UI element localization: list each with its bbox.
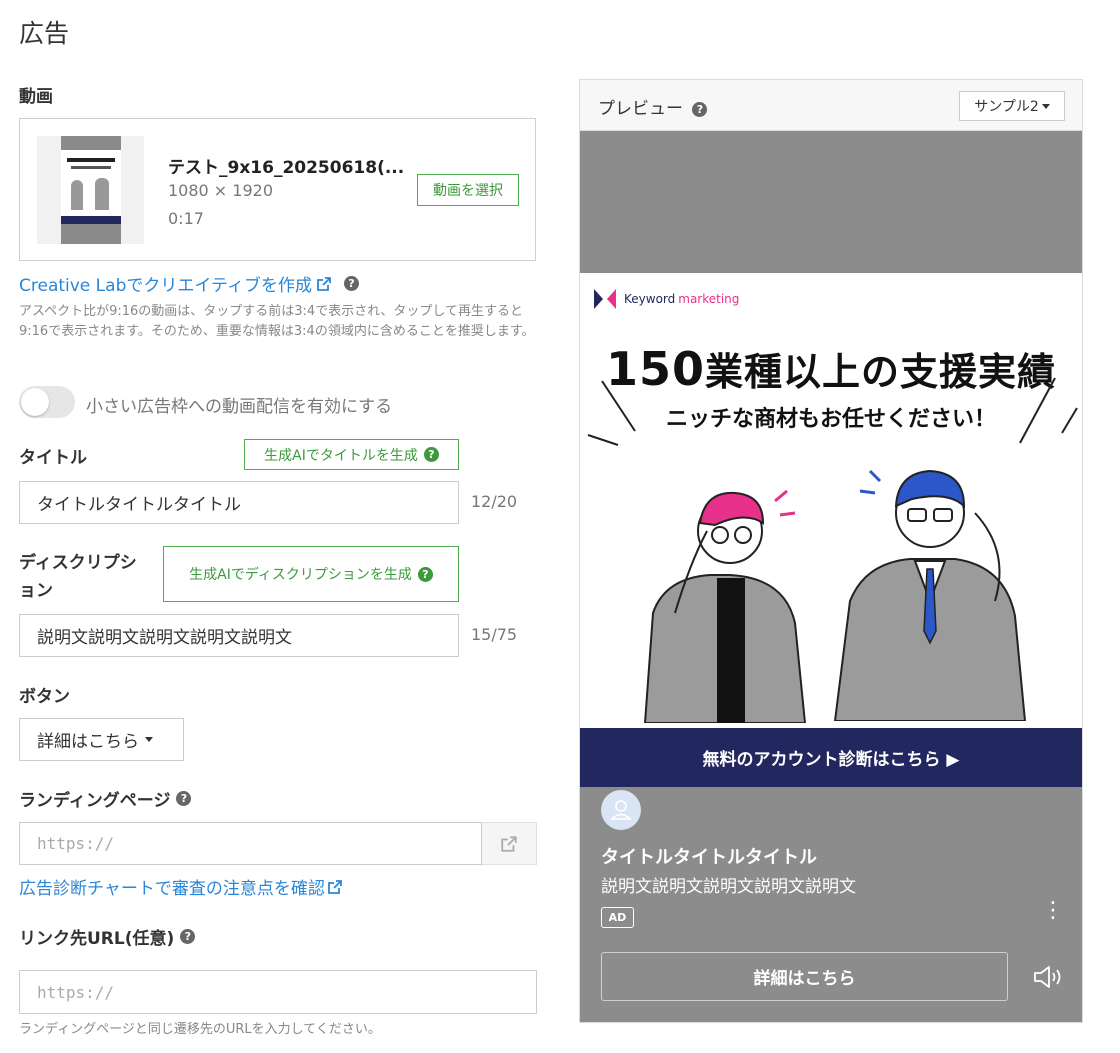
preview-ad-title: タイトルタイトルタイトル (601, 847, 817, 868)
small-slot-toggle-label: 小さい広告枠への動画配信を有効にする (86, 397, 393, 417)
preview-title: プレビュー ? (598, 94, 708, 119)
accent-lines-decoration (587, 377, 1078, 446)
description-label-line1: ディスクリプシ (19, 553, 137, 573)
preview-title-text: プレビュー (598, 99, 683, 119)
help-icon: ? (423, 447, 439, 462)
video-resolution: 1080 × 1920 (168, 181, 274, 200)
help-icon[interactable]: ? (180, 929, 196, 944)
brand-logo-icon (594, 289, 616, 309)
external-link-icon[interactable] (327, 879, 343, 895)
title-input[interactable]: タイトルタイトルタイトル (19, 481, 459, 524)
description-input[interactable]: 説明文説明文説明文説明文説明文 (19, 614, 459, 657)
button-type-selected: 詳細はこちら (37, 732, 139, 752)
description-label-line2: ョン (19, 581, 53, 601)
landing-page-label: ランディングページ (19, 791, 171, 811)
link-url-label: リンク先URL(任意) (19, 929, 175, 949)
open-landing-page-button[interactable] (482, 822, 537, 865)
video-duration: 0:17 (168, 209, 204, 228)
small-slot-toggle[interactable] (19, 386, 75, 418)
title-counter: 12/20 (471, 492, 518, 511)
generate-description-ai-button[interactable]: 生成AIでディスクリプションを生成 ? (163, 546, 459, 602)
sample-select-dropdown[interactable]: サンプル2 (959, 91, 1065, 121)
caret-down-icon (145, 737, 153, 742)
generate-title-ai-label: 生成AIでタイトルを生成 (264, 447, 418, 464)
generate-title-ai-button[interactable]: 生成AIでタイトルを生成 ? (244, 439, 459, 470)
generate-description-ai-label: 生成AIでディスクリプションを生成 (189, 567, 412, 583)
advertiser-avatar (601, 790, 641, 830)
title-label: タイトル (19, 448, 87, 468)
woman-illustration (643, 489, 807, 723)
preview-ad-description: 説明文説明文説明文説明文説明文 (601, 877, 856, 897)
link-url-note: ランディングページと同じ遷移先のURLを入力してください。 (19, 1022, 381, 1037)
help-icon[interactable]: ? (692, 101, 708, 117)
video-section-label: 動画 (19, 87, 53, 107)
brand-marketing: marketing (678, 292, 740, 306)
creative-lab-link[interactable]: Creative Labでクリエイティブを作成 (19, 271, 312, 296)
sample-select-value: サンプル2 (974, 99, 1039, 115)
external-link-icon (501, 835, 517, 852)
select-video-button[interactable]: 動画を選択 (417, 174, 519, 206)
landing-page-input[interactable]: https:// (19, 822, 482, 865)
button-label: ボタン (19, 687, 70, 707)
preview-cta-button[interactable]: 詳細はこちら (601, 952, 1008, 1001)
button-type-dropdown[interactable]: 詳細はこちら (19, 718, 184, 761)
page-title: 広告 (19, 19, 70, 48)
review-chart-link[interactable]: 広告診断チャートで審査の注意点を確認 (19, 874, 325, 899)
description-label: ディスクリプシ ョン (19, 549, 137, 605)
ad-badge: AD (601, 907, 634, 928)
help-icon[interactable]: ? (176, 791, 192, 806)
video-card: テスト_9x16_20250618(... 1080 × 1920 0:17 動… (19, 118, 536, 261)
user-icon (610, 800, 632, 820)
more-options-icon[interactable]: ⋮ (1042, 900, 1064, 922)
ad-preview-panel: プレビュー ? サンプル2 Keyword marketing 150業種以上の… (579, 79, 1083, 1023)
help-icon: ? (417, 566, 433, 582)
brand-logo: Keyword marketing (594, 289, 739, 309)
video-file-name: テスト_9x16_20250618(... (168, 158, 405, 178)
aspect-ratio-note: アスペクト比が9:16の動画は、タップする前は3:4で表示され、タップして再生す… (19, 304, 535, 339)
description-counter: 15/75 (471, 625, 518, 644)
help-icon[interactable]: ? (344, 276, 359, 291)
caret-down-icon (1041, 103, 1050, 109)
speaker-icon[interactable] (1032, 964, 1064, 990)
preview-header: プレビュー ? サンプル2 (580, 80, 1082, 131)
ad-creative-image: Keyword marketing 150業種以上の支援実績 ニッチな商材もお任… (580, 273, 1082, 728)
video-thumbnail (37, 136, 144, 244)
external-link-icon[interactable] (316, 276, 332, 292)
link-url-input[interactable]: https:// (19, 970, 537, 1014)
brand-keyword: Keyword (624, 292, 676, 306)
man-illustration (833, 469, 1027, 721)
ad-cta-band: 無料のアカウント診断はこちら ▶ (580, 728, 1082, 787)
